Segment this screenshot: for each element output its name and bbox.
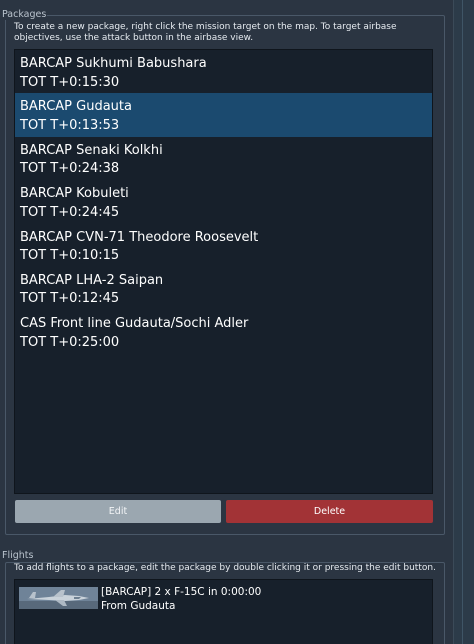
f-15c-aircraft-icon <box>19 587 98 609</box>
package-tot: TOT T+0:24:38 <box>20 161 120 177</box>
delete-button[interactable]: Delete <box>226 500 433 523</box>
flight-summary: [BARCAP] 2 x F-15C in 0:00:00 <box>101 586 262 598</box>
flights-hint: To add flights to a package, edit the pa… <box>14 563 436 573</box>
package-list-item[interactable]: BARCAP Kobuleti TOT T+0:24:45 <box>15 180 432 223</box>
package-list-item[interactable]: BARCAP CVN-71 Theodore Roosevelt TOT T+0… <box>15 224 432 267</box>
package-tot: TOT T+0:15:30 <box>20 74 120 90</box>
package-name: BARCAP Gudauta <box>20 99 132 115</box>
package-name: BARCAP Sukhumi Babushara <box>20 56 207 71</box>
edit-button[interactable]: Edit <box>15 500 221 523</box>
package-name: BARCAP Senaki Kolkhi <box>20 142 163 158</box>
package-name: BARCAP Kobuleti <box>20 186 129 202</box>
flights-group-title: Flights <box>1 550 35 561</box>
package-tot: TOT T+0:13:53 <box>20 117 120 133</box>
package-list[interactable]: BARCAP Sukhumi Babushara TOT T+0:15:30 B… <box>14 49 433 494</box>
package-name: BARCAP CVN-71 Theodore Roosevelt <box>20 229 259 245</box>
package-list-item-selected[interactable]: BARCAP Gudauta TOT T+0:13:53 <box>15 93 432 137</box>
package-tot: TOT T+0:25:00 <box>20 334 120 350</box>
flight-origin: From Gudauta <box>101 600 176 612</box>
flight-details: [BARCAP] 2 x F-15C in 0:00:00 From Gudau… <box>101 585 261 613</box>
side-panel-edge <box>453 0 474 644</box>
package-tot: TOT T+0:24:45 <box>20 204 120 220</box>
package-list-item[interactable]: BARCAP Senaki Kolkhi TOT T+0:24:38 <box>15 137 432 180</box>
package-panel: Packages To create a new package, right … <box>0 0 474 644</box>
package-name: BARCAP LHA-2 Saipan <box>20 272 164 288</box>
package-list-item[interactable]: CAS Front line Gudauta/Sochi Adler TOT T… <box>15 310 432 353</box>
packages-group-title: Packages <box>1 9 48 20</box>
flight-list[interactable]: [BARCAP] 2 x F-15C in 0:00:00 From Gudau… <box>14 579 433 644</box>
flight-list-item[interactable]: [BARCAP] 2 x F-15C in 0:00:00 From Gudau… <box>15 580 432 614</box>
packages-hint: To create a new package, right click the… <box>14 22 397 43</box>
package-list-item[interactable]: BARCAP Sukhumi Babushara TOT T+0:15:30 <box>15 50 432 93</box>
package-list-item[interactable]: BARCAP LHA-2 Saipan TOT T+0:12:45 <box>15 267 432 310</box>
package-name: CAS Front line Gudauta/Sochi Adler <box>20 316 249 332</box>
package-tot: TOT T+0:10:15 <box>20 248 120 264</box>
package-tot: TOT T+0:12:45 <box>20 291 120 307</box>
